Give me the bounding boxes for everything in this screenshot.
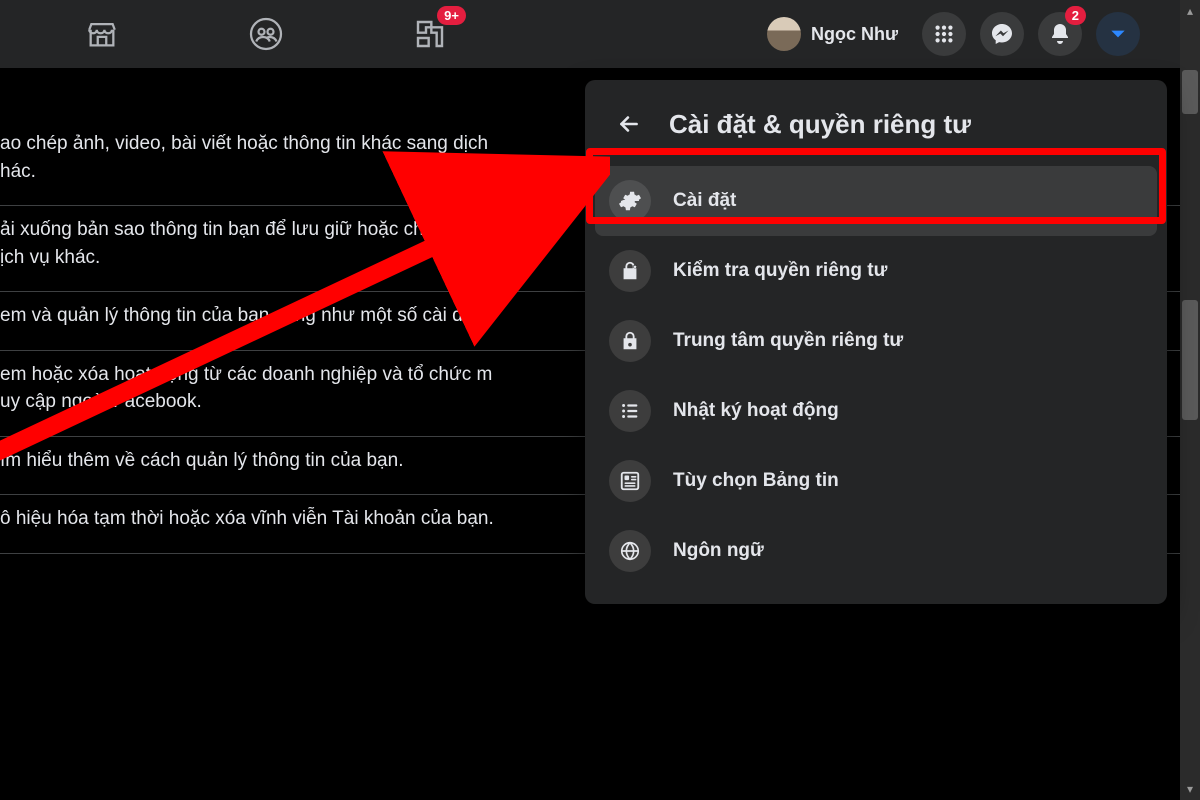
- feed-icon: [609, 460, 651, 502]
- lock-heart-icon: [609, 250, 651, 292]
- menu-item-language[interactable]: Ngôn ngữ: [595, 516, 1157, 586]
- caret-down-icon: [1108, 24, 1128, 44]
- menu-item-activity-log[interactable]: Nhật ký hoạt động: [595, 376, 1157, 446]
- gear-icon: [609, 180, 651, 222]
- back-button[interactable]: [609, 104, 649, 144]
- scroll-thumb-top[interactable]: [1182, 70, 1198, 114]
- groups-tab[interactable]: [244, 12, 288, 56]
- menu-item-label: Trung tâm quyền riêng tư: [673, 330, 903, 352]
- globe-icon: [609, 530, 651, 572]
- avatar: [767, 17, 801, 51]
- header-right: Ngọc Như 2: [757, 0, 1140, 68]
- gaming-tab[interactable]: 9+: [408, 12, 452, 56]
- messenger-button[interactable]: [980, 12, 1024, 56]
- menu-item-label: Kiểm tra quyền riêng tư: [673, 260, 887, 282]
- panel-header: Cài đặt & quyền riêng tư: [595, 94, 1157, 166]
- menu-item-label: Tùy chọn Bảng tin: [673, 470, 839, 492]
- notifications-button[interactable]: 2: [1038, 12, 1082, 56]
- menu-item-feed-preferences[interactable]: Tùy chọn Bảng tin: [595, 446, 1157, 516]
- notifications-badge: 2: [1065, 6, 1086, 25]
- menu-item-privacy-checkup[interactable]: Kiểm tra quyền riêng tư: [595, 236, 1157, 306]
- list-icon: [609, 390, 651, 432]
- header-center-tabs: 9+: [0, 0, 452, 68]
- menu-item-privacy-center[interactable]: Trung tâm quyền riêng tư: [595, 306, 1157, 376]
- scroll-thumb-mid[interactable]: [1182, 300, 1198, 420]
- scroll-up-button[interactable]: ▴: [1180, 0, 1200, 22]
- menu-grid-button[interactable]: [922, 12, 966, 56]
- account-dropdown-button[interactable]: [1096, 12, 1140, 56]
- browser-scrollbar[interactable]: ▴ ▾: [1180, 0, 1200, 800]
- menu-item-label: Ngôn ngữ: [673, 540, 764, 562]
- menu-item-label: Cài đặt: [673, 190, 736, 212]
- profile-name: Ngọc Như: [811, 24, 898, 45]
- top-header: 9+ Ngọc Như 2: [0, 0, 1180, 68]
- menu-item-settings[interactable]: Cài đặt: [595, 166, 1157, 236]
- lock-icon: [609, 320, 651, 362]
- scroll-down-button[interactable]: ▾: [1180, 778, 1200, 800]
- gaming-badge: 9+: [437, 6, 466, 25]
- panel-title: Cài đặt & quyền riêng tư: [669, 109, 971, 140]
- profile-button[interactable]: Ngọc Như: [757, 13, 908, 55]
- menu-item-label: Nhật ký hoạt động: [673, 400, 839, 422]
- marketplace-tab[interactable]: [80, 12, 124, 56]
- settings-privacy-panel: Cài đặt & quyền riêng tư Cài đặt Kiểm tr…: [585, 80, 1167, 604]
